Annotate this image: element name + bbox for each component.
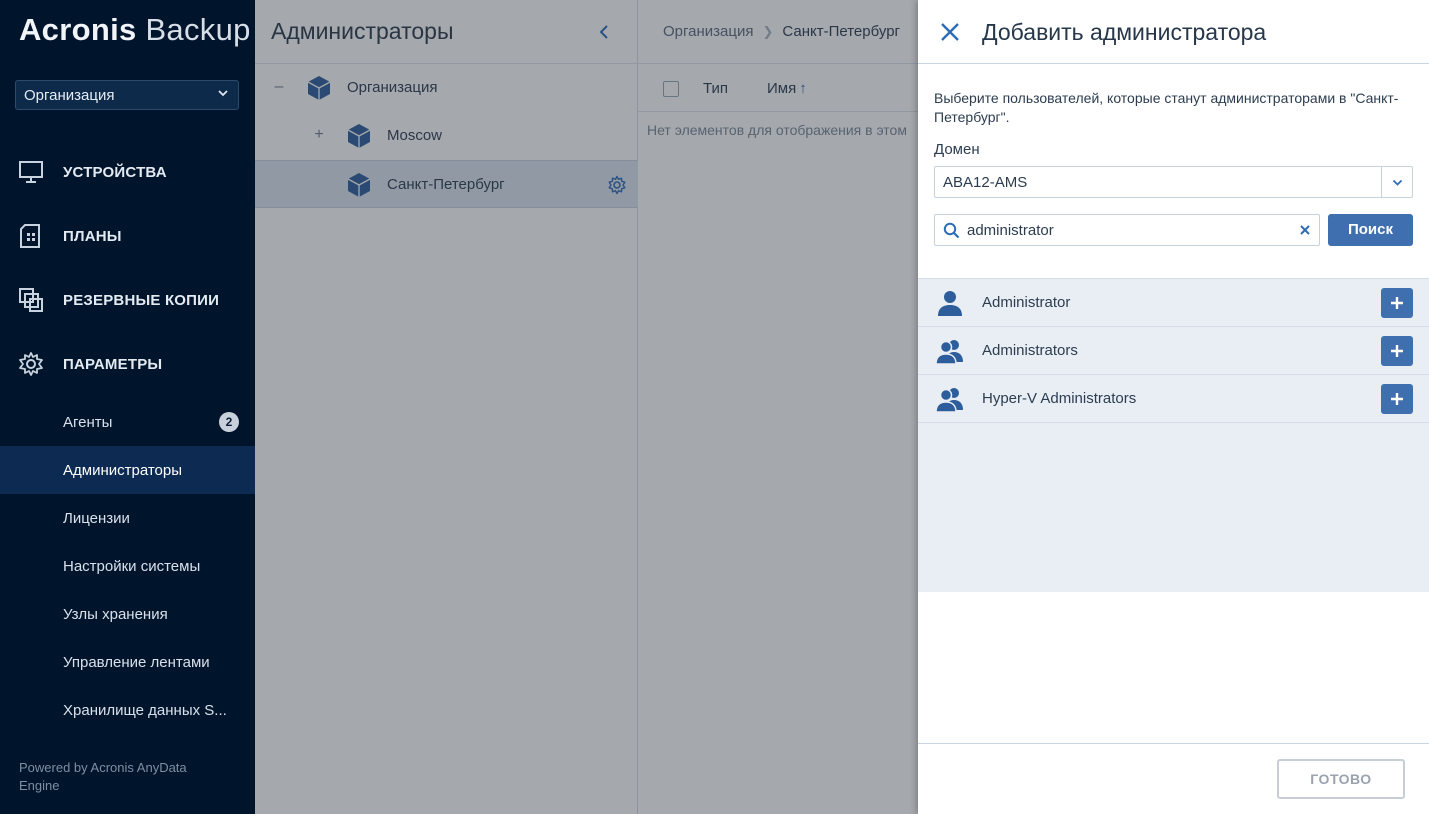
sidebar-item-administrators[interactable]: Администраторы — [0, 446, 255, 494]
add-user-button[interactable] — [1381, 336, 1413, 366]
divider — [918, 743, 1429, 744]
user-icon — [938, 291, 962, 316]
domain-select-value: ABA12-AMS — [943, 174, 1028, 191]
plus-icon — [1391, 297, 1403, 309]
nav-plans[interactable]: ПЛАНЫ — [0, 216, 255, 256]
sidebar-item-tape-management[interactable]: Управление лентами — [0, 638, 255, 686]
nav-backups[interactable]: РЕЗЕРВНЫЕ КОПИИ — [0, 280, 255, 320]
domain-select[interactable]: ABA12-AMS — [934, 166, 1413, 198]
sidebar-item-system-settings[interactable]: Настройки системы — [0, 542, 255, 590]
list-item[interactable]: Administrator — [918, 279, 1429, 327]
sidebar-item-label: Хранилище данных S... — [63, 701, 227, 719]
sidebar-item-label: Администраторы — [63, 461, 183, 479]
sidebar-item-storage-nodes[interactable]: Узлы хранения — [0, 590, 255, 638]
sidebar-item-licenses[interactable]: Лицензии — [0, 494, 255, 542]
drawer-description: Выберите пользователей, которые станут а… — [934, 90, 1399, 125]
divider — [918, 63, 1429, 64]
chevron-down-icon — [1392, 179, 1403, 186]
chevron-down-icon — [218, 90, 228, 97]
modal-backdrop[interactable] — [255, 0, 918, 814]
add-administrator-drawer: Добавить администратора Выберите пользов… — [918, 0, 1429, 814]
plus-icon — [1391, 345, 1403, 357]
add-user-button[interactable] — [1381, 384, 1413, 414]
organization-select[interactable]: Организация — [15, 80, 239, 110]
search-results: Administrator Administrators Hyper-V Adm… — [918, 278, 1429, 592]
done-button[interactable]: ГОТОВО — [1277, 759, 1405, 799]
nav-devices-label: УСТРОЙСТВА — [63, 163, 167, 181]
list-item[interactable]: Hyper-V Administrators — [918, 375, 1429, 423]
result-name: Administrator — [982, 294, 1071, 311]
sidebar: Acronis Backup Организация УСТРОЙСТВА ПЛ… — [0, 0, 255, 814]
sidebar-item-label: Агенты — [63, 413, 113, 431]
app-logo: Acronis Backup — [19, 12, 251, 48]
group-icon — [935, 340, 963, 365]
domain-label: Домен — [934, 141, 980, 158]
search-icon — [943, 222, 960, 239]
sidebar-item-agents[interactable]: Агенты 2 — [0, 398, 255, 446]
logo-brand: Acronis — [19, 12, 137, 47]
plus-icon — [1391, 393, 1403, 405]
nav-plans-label: ПЛАНЫ — [63, 227, 122, 245]
domain-dropdown-button[interactable] — [1381, 167, 1412, 197]
sidebar-item-data-storage[interactable]: Хранилище данных S... — [0, 686, 255, 734]
clear-icon[interactable] — [1299, 224, 1311, 236]
nav-settings-label: ПАРАМЕТРЫ — [63, 355, 163, 373]
list-item[interactable]: Administrators — [918, 327, 1429, 375]
sidebar-item-label: Управление лентами — [63, 653, 210, 671]
agents-count-badge: 2 — [219, 412, 239, 432]
drawer-title: Добавить администратора — [982, 19, 1267, 45]
result-name: Hyper-V Administrators — [982, 390, 1137, 407]
close-icon[interactable] — [939, 21, 961, 43]
search-input-value: administrator — [967, 222, 1054, 239]
result-name: Administrators — [982, 342, 1078, 359]
monitor-icon — [19, 161, 43, 183]
nav-devices[interactable]: УСТРОЙСТВА — [0, 152, 255, 192]
sidebar-item-label: Узлы хранения — [63, 605, 168, 623]
nav-backups-label: РЕЗЕРВНЫЕ КОПИИ — [63, 291, 220, 309]
plans-icon — [20, 224, 40, 248]
sidebar-item-label: Лицензии — [63, 509, 130, 527]
backups-icon — [19, 288, 43, 312]
logo-product: Backup — [145, 12, 251, 47]
organization-select-value: Организация — [24, 87, 115, 104]
nav-settings[interactable]: ПАРАМЕТРЫ — [0, 344, 255, 384]
sidebar-item-label: Настройки системы — [63, 557, 201, 575]
powered-by-text: Powered by Acronis AnyData Engine — [19, 760, 187, 793]
group-icon — [935, 388, 963, 413]
search-input[interactable]: administrator — [934, 214, 1320, 246]
search-button[interactable]: Поиск — [1328, 214, 1413, 246]
gear-icon — [19, 352, 43, 376]
add-user-button[interactable] — [1381, 288, 1413, 318]
